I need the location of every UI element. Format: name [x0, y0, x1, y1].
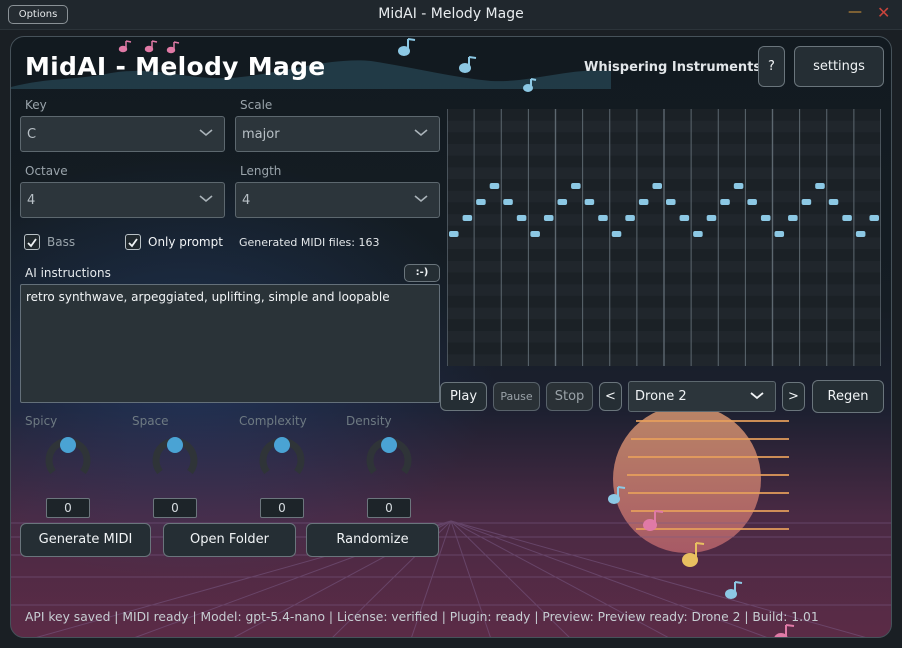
octave-value: 4	[27, 193, 36, 208]
scale-label: Scale	[240, 98, 273, 112]
midi-note[interactable]	[679, 215, 690, 221]
knob-spicy[interactable]	[40, 429, 96, 485]
midi-note[interactable]	[733, 183, 744, 189]
stop-button[interactable]: Stop	[546, 382, 593, 411]
scale-value: major	[242, 127, 280, 142]
midi-note[interactable]	[693, 231, 703, 237]
whispering-instruments-link[interactable]: Whispering Instruments	[584, 60, 761, 75]
chevron-down-icon	[414, 195, 428, 203]
knob-value-density[interactable]: 0	[367, 498, 411, 518]
key-value: C	[27, 127, 37, 142]
midi-note[interactable]	[869, 215, 879, 221]
piano-roll[interactable]	[447, 109, 881, 366]
help-button[interactable]: ?	[758, 46, 785, 87]
midi-note[interactable]	[828, 199, 839, 205]
midi-note[interactable]	[489, 183, 500, 189]
midi-note[interactable]	[462, 215, 473, 221]
knob-value-spicy[interactable]: 0	[46, 498, 90, 518]
midi-note[interactable]	[530, 231, 540, 237]
main-panel: MidAI - Melody Mage Whispering Instrumen…	[10, 36, 892, 638]
randomize-button[interactable]: Randomize	[306, 523, 439, 557]
next-preset-button[interactable]: >	[782, 382, 805, 411]
title-bar: Options MidAI - Melody Mage — ✕	[0, 0, 902, 30]
close-button[interactable]: ✕	[877, 3, 890, 22]
midi-note[interactable]	[584, 199, 595, 205]
midi-note[interactable]	[638, 199, 649, 205]
chevron-down-icon	[750, 392, 764, 400]
knob-value-space[interactable]: 0	[153, 498, 197, 518]
midi-note[interactable]	[801, 199, 812, 205]
ai-instructions-label: AI instructions	[25, 266, 111, 280]
open-folder-button[interactable]: Open Folder	[163, 523, 296, 557]
knob-label-spicy: Spicy	[25, 414, 58, 428]
midi-note[interactable]	[449, 231, 459, 237]
checkmark-icon	[128, 238, 138, 248]
knob-complexity[interactable]	[254, 429, 310, 485]
smiley-button[interactable]: :-)	[404, 264, 440, 282]
octave-select[interactable]: 4	[20, 182, 225, 218]
midi-note[interactable]	[666, 199, 676, 205]
window-title: MidAI - Melody Mage	[378, 6, 524, 22]
knob-label-complexity: Complexity	[239, 414, 307, 428]
midi-note[interactable]	[747, 199, 757, 205]
bass-label: Bass	[47, 235, 76, 249]
preset-select[interactable]: Drone 2	[628, 381, 776, 412]
play-button[interactable]: Play	[440, 382, 487, 411]
knob-density[interactable]	[361, 429, 417, 485]
app-title: MidAI - Melody Mage	[25, 52, 326, 81]
chevron-down-icon	[199, 129, 213, 137]
midi-note[interactable]	[842, 215, 852, 221]
chevron-down-icon	[414, 129, 428, 137]
midi-note[interactable]	[774, 231, 785, 237]
midi-note[interactable]	[788, 215, 798, 221]
knob-space[interactable]	[147, 429, 203, 485]
prev-preset-button[interactable]: <	[599, 382, 622, 411]
knob-label-space: Space	[132, 414, 169, 428]
midi-note[interactable]	[516, 215, 527, 221]
generate-midi-button[interactable]: Generate MIDI	[20, 523, 151, 557]
midi-note[interactable]	[571, 183, 581, 189]
checkbox-box[interactable]	[125, 234, 141, 250]
midi-note[interactable]	[503, 199, 513, 205]
chevron-down-icon	[199, 195, 213, 203]
midi-note[interactable]	[720, 199, 730, 205]
preset-value: Drone 2	[635, 389, 687, 404]
midi-note[interactable]	[557, 199, 568, 205]
key-select[interactable]: C	[20, 116, 225, 152]
generated-count: Generated MIDI files: 163	[239, 236, 380, 249]
key-label: Key	[25, 98, 47, 112]
midi-note[interactable]	[652, 183, 662, 189]
midi-note[interactable]	[611, 231, 622, 237]
midi-note[interactable]	[706, 215, 717, 221]
checkbox-box[interactable]	[24, 234, 40, 250]
settings-button[interactable]: settings	[794, 46, 884, 87]
scale-select[interactable]: major	[235, 116, 440, 152]
status-bar: API key saved | MIDI ready | Model: gpt-…	[25, 610, 819, 624]
midi-note[interactable]	[543, 215, 554, 221]
regen-button[interactable]: Regen	[812, 380, 884, 413]
octave-label: Octave	[25, 164, 68, 178]
knob-value-complexity[interactable]: 0	[260, 498, 304, 518]
midi-note[interactable]	[625, 215, 635, 221]
length-label: Length	[240, 164, 282, 178]
midi-note[interactable]	[760, 215, 771, 221]
knob-label-density: Density	[346, 414, 392, 428]
minimize-button[interactable]: —	[848, 4, 862, 20]
ai-instructions-textarea[interactable]: retro synthwave, arpeggiated, uplifting,…	[20, 284, 440, 403]
pause-button[interactable]: Pause	[493, 382, 540, 411]
midi-note[interactable]	[855, 231, 866, 237]
checkmark-icon	[27, 238, 37, 248]
only-prompt-label: Only prompt	[148, 235, 223, 249]
length-select[interactable]: 4	[235, 182, 440, 218]
midi-note[interactable]	[476, 199, 486, 205]
midi-note[interactable]	[598, 215, 608, 221]
length-value: 4	[242, 193, 251, 208]
midi-note[interactable]	[815, 183, 825, 189]
